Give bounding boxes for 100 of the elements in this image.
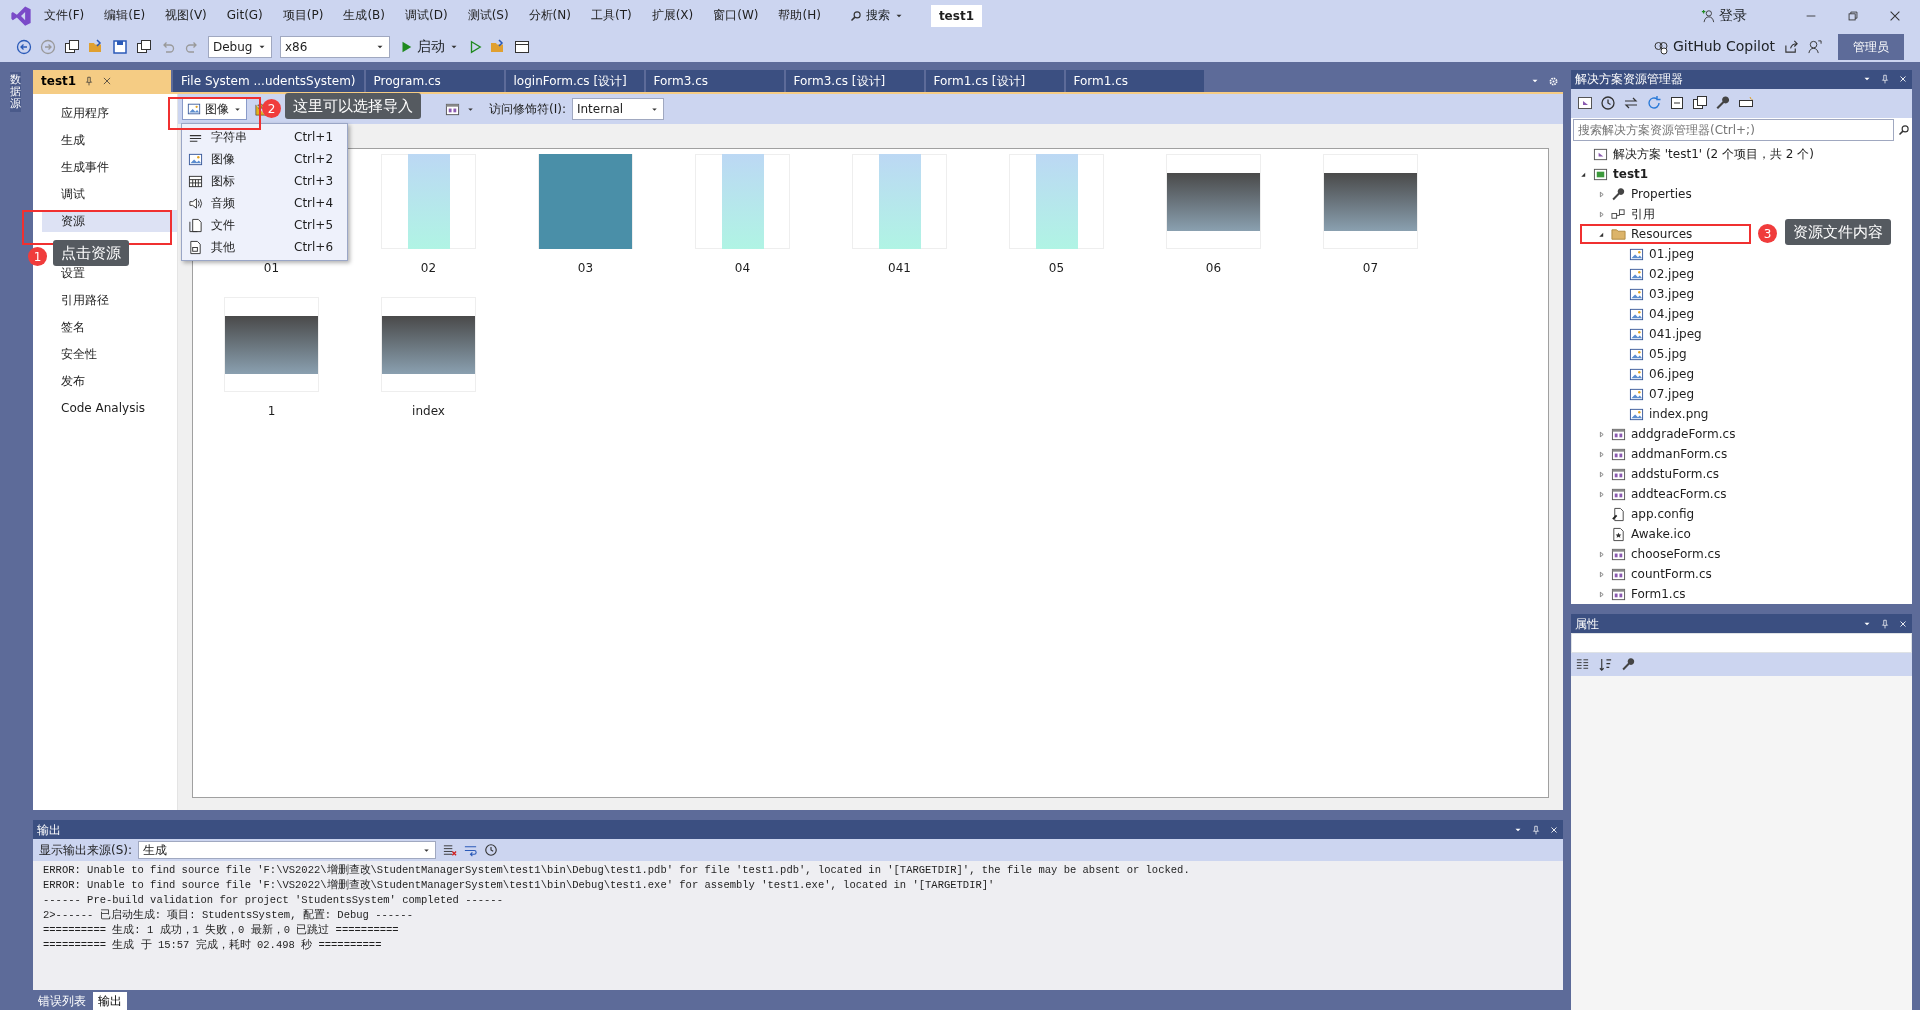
close-icon[interactable]	[102, 76, 113, 86]
pin-icon[interactable]	[84, 76, 95, 86]
menu-item[interactable]: Git(G)	[216, 0, 273, 31]
collapsed-arrow-icon[interactable]	[1597, 469, 1606, 479]
pin-icon[interactable]	[1880, 618, 1890, 629]
save-icon[interactable]	[112, 38, 128, 55]
copilot-button[interactable]: GitHub Copilot	[1651, 35, 1776, 58]
tree-item[interactable]: 01.jpeg	[1571, 244, 1695, 264]
menu-item[interactable]: 帮助(H)	[768, 0, 831, 31]
document-tab[interactable]: test1	[33, 70, 171, 92]
menu-item[interactable]: 窗口(W)	[703, 0, 769, 31]
menu-item[interactable]: 项目(P)	[272, 0, 334, 31]
project-nav-item[interactable]: 资源	[42, 210, 177, 232]
sort-icon[interactable]	[1598, 657, 1613, 672]
menu-item[interactable]: 字符串 Ctrl+1	[182, 126, 347, 148]
categorized-icon[interactable]	[1575, 657, 1590, 672]
menu-item[interactable]: 视图(V)	[155, 0, 217, 31]
document-tab[interactable]: Program.cs	[365, 70, 504, 92]
close-icon[interactable]	[1898, 618, 1908, 629]
collapsed-arrow-icon[interactable]	[1597, 549, 1606, 559]
project-nav-item[interactable]: 引用路径	[42, 289, 177, 311]
document-tab[interactable]: loginForm.cs [设计]	[505, 70, 644, 92]
document-tab[interactable]: Form1.cs [设计]	[925, 70, 1064, 92]
menu-item[interactable]: 音频 Ctrl+4	[182, 192, 347, 214]
data-sources-tab[interactable]: 数据源	[10, 72, 21, 113]
menu-item[interactable]: 分析(N)	[518, 0, 581, 31]
settings-icon[interactable]	[1548, 75, 1559, 87]
document-tab[interactable]: Form3.cs	[645, 70, 784, 92]
collapse-all-icon[interactable]	[1669, 95, 1685, 112]
pin-icon[interactable]	[1531, 824, 1541, 835]
project-nav-item[interactable]: 安全性	[42, 343, 177, 365]
search-field[interactable]: 搜索解决方案资源管理器(Ctrl+;)	[1573, 119, 1894, 141]
document-tab[interactable]: File System ...udentsSystem)	[173, 70, 364, 92]
tree-item[interactable]: addteacForm.cs	[1571, 484, 1727, 504]
panel-tab[interactable]: 错误列表	[33, 992, 91, 1010]
menu-item[interactable]: 文件(F)	[34, 0, 95, 31]
run-without-debug-icon[interactable]	[468, 39, 482, 54]
menu-item[interactable]: 编辑(E)	[94, 0, 156, 31]
wrench-icon[interactable]	[1715, 95, 1731, 112]
tree-item[interactable]: 07.jpeg	[1571, 384, 1695, 404]
tree-item[interactable]: 03.jpeg	[1571, 284, 1695, 304]
clock-icon[interactable]	[484, 843, 499, 857]
copies-icon[interactable]	[1692, 95, 1708, 112]
menu-item[interactable]: 调试(D)	[395, 0, 458, 31]
new-item-icon[interactable]	[64, 38, 80, 55]
clear-all-icon[interactable]	[442, 842, 458, 858]
solution-view-icon[interactable]	[1577, 95, 1593, 112]
tree-item[interactable]: 02.jpeg	[1571, 264, 1695, 284]
menu-item[interactable]: 其他 Ctrl+6	[182, 236, 347, 258]
resource-type-button[interactable]: 图像	[182, 98, 247, 120]
tree-item[interactable]: 04.jpeg	[1571, 304, 1695, 324]
menu-item[interactable]: 扩展(X)	[641, 0, 704, 31]
history-icon[interactable]	[1600, 95, 1616, 112]
project-nav-item[interactable]: 生成	[42, 129, 177, 151]
menu-item[interactable]: 测试(S)	[457, 0, 519, 31]
tree-item[interactable]: 041.jpeg	[1571, 324, 1702, 344]
collapsed-arrow-icon[interactable]	[1597, 569, 1606, 579]
tree-item[interactable]: chooseForm.cs	[1571, 544, 1721, 564]
feedback-icon[interactable]	[1807, 39, 1822, 54]
project-nav-item[interactable]: Code Analysis	[42, 397, 177, 419]
tree-item[interactable]: Properties	[1571, 184, 1692, 204]
tree-item[interactable]: 解决方案 'test1' (2 个项目，共 2 个)	[1571, 144, 1814, 164]
tree-item[interactable]: Awake.ico	[1571, 524, 1691, 544]
project-nav-item[interactable]: 发布	[42, 370, 177, 392]
menu-item[interactable]: 图像 Ctrl+2	[182, 148, 347, 170]
save-all-icon[interactable]	[136, 38, 152, 55]
sign-in-button[interactable]: 登录	[1692, 0, 1756, 31]
tree-item[interactable]: Form1.cs	[1571, 584, 1686, 604]
pin-icon[interactable]	[1880, 74, 1890, 85]
project-nav-item[interactable]: 调试	[42, 183, 177, 205]
collapsed-arrow-icon[interactable]	[1597, 589, 1606, 599]
collapsed-arrow-icon[interactable]	[1597, 189, 1606, 199]
tree-item[interactable]: 06.jpeg	[1571, 364, 1695, 384]
wrench-icon[interactable]	[1621, 657, 1636, 672]
collapsed-arrow-icon[interactable]	[1597, 449, 1606, 459]
menu-item[interactable]: 图标 Ctrl+3	[182, 170, 347, 192]
tree-item[interactable]: addstuForm.cs	[1571, 464, 1720, 484]
tree-item[interactable]: test1	[1571, 164, 1649, 184]
tree-item[interactable]: 05.jpg	[1571, 344, 1687, 364]
view-icon[interactable]	[445, 101, 460, 117]
project-nav-item[interactable]: 应用程序	[42, 102, 177, 124]
platform-select[interactable]: x86	[280, 35, 390, 58]
menu-item[interactable]: 文件 Ctrl+5	[182, 214, 347, 236]
close-icon[interactable]	[1549, 824, 1559, 835]
document-tab[interactable]: Form1.cs	[1065, 70, 1204, 92]
collapsed-arrow-icon[interactable]	[1597, 209, 1606, 219]
project-nav-item[interactable]: 签名	[42, 316, 177, 338]
window-icon[interactable]	[514, 38, 530, 55]
project-nav-item[interactable]: 生成事件	[42, 156, 177, 178]
menu-item[interactable]: 工具(T)	[580, 0, 642, 31]
configuration-select[interactable]: Debug	[208, 35, 272, 58]
tree-item[interactable]: 引用	[1571, 204, 1655, 224]
tree-item[interactable]: countForm.cs	[1571, 564, 1712, 584]
open-folder-icon[interactable]	[88, 38, 104, 55]
share-icon[interactable]	[1784, 39, 1799, 54]
collapsed-arrow-icon[interactable]	[1597, 429, 1606, 439]
collapsed-arrow-icon[interactable]	[1597, 489, 1606, 499]
refresh-icon[interactable]	[1646, 95, 1662, 112]
menu-item[interactable]: 生成(B)	[333, 0, 395, 31]
maximize-icon[interactable]	[1846, 8, 1860, 23]
